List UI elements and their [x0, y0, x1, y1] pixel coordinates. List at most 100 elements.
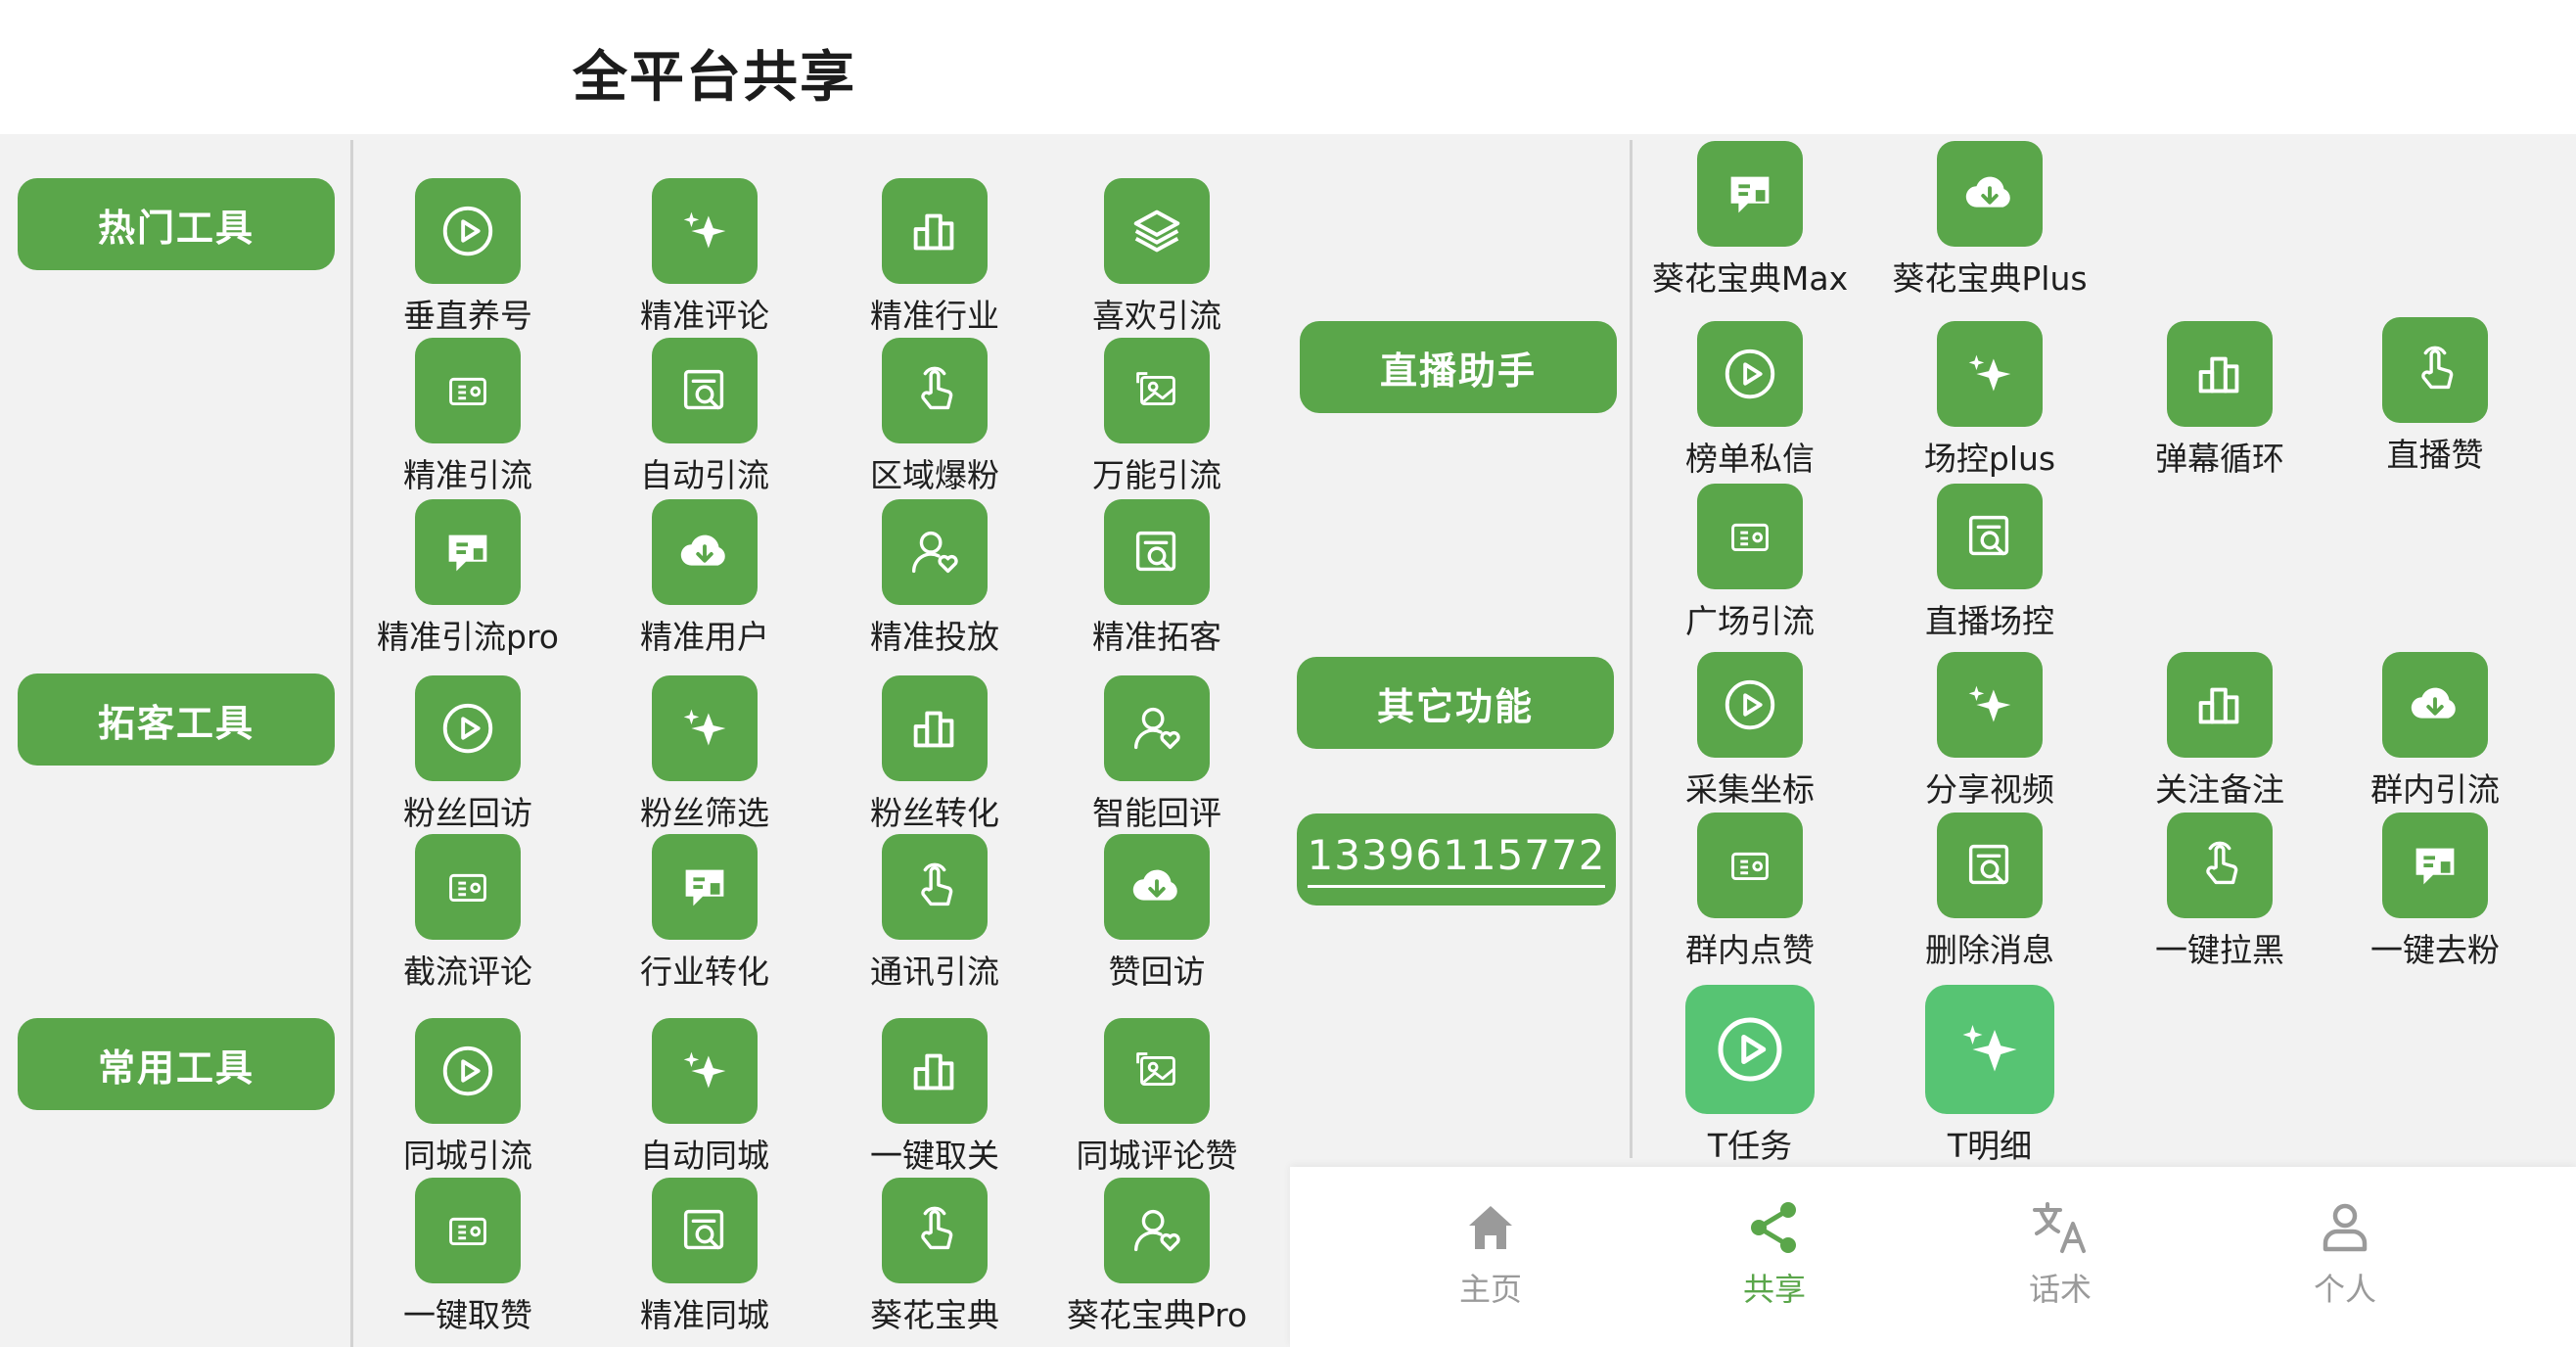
tool-tile[interactable] [1697, 141, 1803, 247]
tool-tile[interactable] [415, 1018, 521, 1124]
tool-tile[interactable] [882, 834, 988, 940]
nav-tab-3[interactable]: 个人 [2247, 1196, 2443, 1310]
tool-tile[interactable] [2167, 321, 2273, 427]
tool-tile[interactable] [415, 499, 521, 605]
tool-left-9[interactable]: 精准用户 [587, 499, 822, 658]
tool-tile[interactable] [652, 834, 758, 940]
category-other-functions[interactable]: 其它功能 [1297, 657, 1614, 749]
tool-left-18[interactable]: 通讯引流 [817, 834, 1052, 993]
tool-tile[interactable] [1937, 321, 2043, 427]
tool-left-14[interactable]: 粉丝转化 [817, 675, 1052, 834]
tool-tile[interactable] [1937, 141, 2043, 247]
tool-tile[interactable] [882, 338, 988, 443]
tool-tile[interactable] [1697, 652, 1803, 758]
tool-tile[interactable] [1104, 178, 1210, 284]
tool-left-24[interactable]: 一键取赞 [350, 1178, 585, 1336]
tool-right-7[interactable]: 直播场控 [1872, 484, 2107, 642]
tool-left-22[interactable]: 一键取关 [817, 1018, 1052, 1177]
tool-tile[interactable] [882, 1178, 988, 1283]
tool-tile[interactable] [1697, 484, 1803, 589]
tool-left-1[interactable]: 精准评论 [587, 178, 822, 337]
tool-right-1[interactable]: 葵花宝典Plus [1872, 141, 2107, 300]
category-prospect-tools[interactable]: 拓客工具 [18, 674, 335, 766]
tool-right-6[interactable]: 广场引流 [1633, 484, 1867, 642]
tool-tile[interactable] [652, 499, 758, 605]
tool-left-19[interactable]: 赞回访 [1039, 834, 1274, 993]
tool-tile[interactable] [1697, 321, 1803, 427]
tool-left-3[interactable]: 喜欢引流 [1039, 178, 1274, 337]
tool-right-4[interactable]: 弹幕循环 [2102, 321, 2337, 480]
tool-left-6[interactable]: 区域爆粉 [817, 338, 1052, 496]
tool-tile[interactable] [652, 338, 758, 443]
tool-tile[interactable] [2382, 317, 2488, 423]
tool-tile[interactable] [1937, 813, 2043, 918]
tool-tile[interactable] [1937, 484, 2043, 589]
tool-tile[interactable] [2167, 652, 2273, 758]
tool-tile[interactable] [415, 338, 521, 443]
tool-left-23[interactable]: 同城评论赞 [1039, 1018, 1274, 1177]
tool-left-12[interactable]: 粉丝回访 [350, 675, 585, 834]
category-common-tools[interactable]: 常用工具 [18, 1018, 335, 1110]
tool-tile[interactable] [1104, 338, 1210, 443]
tool-right-15[interactable]: 一键去粉 [2318, 813, 2553, 971]
tool-tile[interactable] [415, 834, 521, 940]
tool-tile[interactable] [1925, 985, 2054, 1114]
tool-tile[interactable] [1697, 813, 1803, 918]
tool-tile[interactable] [415, 1178, 521, 1283]
tool-tile[interactable] [1104, 675, 1210, 781]
tool-tile[interactable] [415, 178, 521, 284]
tool-right-2[interactable]: 榜单私信 [1633, 321, 1867, 480]
tool-tile[interactable] [882, 1018, 988, 1124]
tool-left-10[interactable]: 精准投放 [817, 499, 1052, 658]
tool-tile[interactable] [2167, 813, 2273, 918]
tool-left-20[interactable]: 同城引流 [350, 1018, 585, 1177]
tool-right-11[interactable]: 群内引流 [2318, 652, 2553, 811]
tool-right-16[interactable]: T任务 [1633, 985, 1867, 1167]
tool-tile[interactable] [652, 675, 758, 781]
tool-tile[interactable] [1104, 499, 1210, 605]
tool-tile[interactable] [652, 178, 758, 284]
tool-tile[interactable] [882, 499, 988, 605]
tool-left-25[interactable]: 精准同城 [587, 1178, 822, 1336]
tool-left-16[interactable]: 截流评论 [350, 834, 585, 993]
tool-tile[interactable] [1104, 834, 1210, 940]
tool-left-27[interactable]: 葵花宝典Pro [1039, 1178, 1274, 1336]
phone-number-button[interactable]: 13396115772 [1297, 813, 1616, 906]
tool-left-5[interactable]: 自动引流 [587, 338, 822, 496]
tool-left-21[interactable]: 自动同城 [587, 1018, 822, 1177]
tool-tile[interactable] [2382, 652, 2488, 758]
tool-left-17[interactable]: 行业转化 [587, 834, 822, 993]
tool-tile[interactable] [652, 1018, 758, 1124]
tool-right-3[interactable]: 场控plus [1872, 321, 2107, 480]
tool-left-15[interactable]: 智能回评 [1039, 675, 1274, 834]
tool-left-11[interactable]: 精准拓客 [1039, 499, 1274, 658]
tool-right-0[interactable]: 葵花宝典Max [1633, 141, 1867, 300]
tool-right-10[interactable]: 关注备注 [2102, 652, 2337, 811]
tool-tile[interactable] [1104, 1178, 1210, 1283]
tool-tile[interactable] [882, 675, 988, 781]
tool-left-2[interactable]: 精准行业 [817, 178, 1052, 337]
tool-tile[interactable] [1104, 1018, 1210, 1124]
tool-tile[interactable] [2382, 813, 2488, 918]
tool-tile[interactable] [415, 675, 521, 781]
tool-right-14[interactable]: 一键拉黑 [2102, 813, 2337, 971]
category-hot-tools[interactable]: 热门工具 [18, 178, 335, 270]
tool-left-8[interactable]: 精准引流pro [350, 499, 585, 658]
tool-left-7[interactable]: 万能引流 [1039, 338, 1274, 496]
tool-right-12[interactable]: 群内点赞 [1633, 813, 1867, 971]
tool-right-8[interactable]: 采集坐标 [1633, 652, 1867, 811]
tool-right-5[interactable]: 直播赞 [2318, 317, 2553, 476]
nav-tab-0[interactable]: 主页 [1393, 1196, 1588, 1310]
tool-tile[interactable] [1685, 985, 1815, 1114]
tool-tile[interactable] [1937, 652, 2043, 758]
tool-right-13[interactable]: 删除消息 [1872, 813, 2107, 971]
nav-tab-2[interactable]: 话术 [1962, 1196, 2158, 1310]
tool-tile[interactable] [882, 178, 988, 284]
tool-right-17[interactable]: T明细 [1872, 985, 2107, 1167]
tool-left-26[interactable]: 葵花宝典 [817, 1178, 1052, 1336]
category-live-assistant[interactable]: 直播助手 [1300, 321, 1617, 413]
tool-tile[interactable] [652, 1178, 758, 1283]
tool-left-13[interactable]: 粉丝筛选 [587, 675, 822, 834]
nav-tab-1[interactable]: 共享 [1677, 1196, 1872, 1310]
tool-left-4[interactable]: 精准引流 [350, 338, 585, 496]
